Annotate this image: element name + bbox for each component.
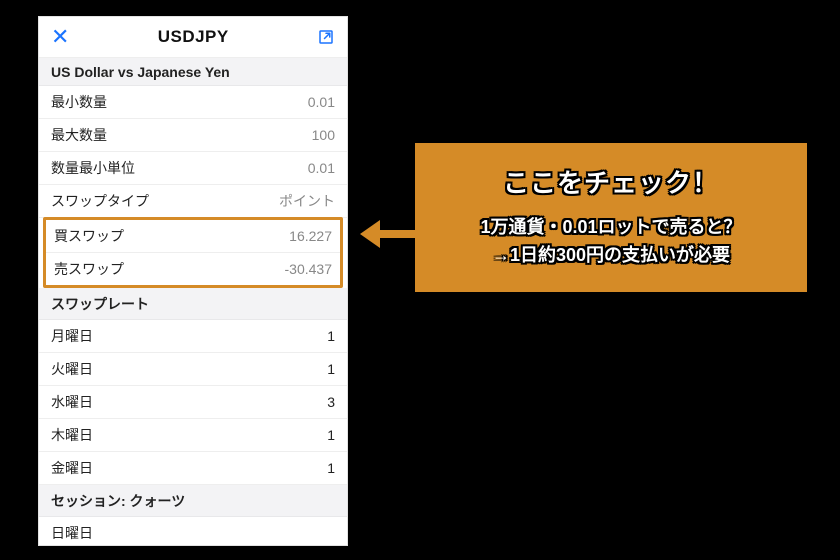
callout-line-1: ここをチェック！ [433, 163, 789, 200]
rate-row: 月曜日 1 [39, 320, 347, 353]
swap-buy-value: 16.227 [289, 228, 332, 244]
rate-value: 1 [327, 361, 335, 377]
spec-label: 最小数量 [51, 92, 107, 112]
spec-label: 最大数量 [51, 125, 107, 145]
panel-header: ✕ USDJPY [39, 17, 347, 58]
swap-highlight: 買スワップ 16.227 売スワップ -30.437 [43, 217, 343, 288]
rate-value: 3 [327, 394, 335, 410]
pair-name: US Dollar vs Japanese Yen [39, 58, 347, 86]
open-external-icon[interactable] [317, 28, 335, 46]
callout-line-3: →1日約300円の支払いが必要 [433, 242, 789, 270]
spec-value: ポイント [279, 191, 335, 211]
spec-label: スワップタイプ [51, 191, 149, 211]
rate-label: 月曜日 [51, 326, 93, 346]
rate-value: 1 [327, 460, 335, 476]
session-row: 日曜日 [39, 517, 347, 546]
session-heading: セッション: クォーツ [39, 485, 347, 517]
spec-value: 0.01 [308, 94, 335, 110]
rate-row: 木曜日 1 [39, 419, 347, 452]
rate-row: 水曜日 3 [39, 386, 347, 419]
symbol-detail-panel: ✕ USDJPY US Dollar vs Japanese Yen 最小数量 … [38, 16, 348, 546]
callout-line-2: 1万通貨・0.01ロットで売ると？ [433, 214, 789, 242]
symbol-title: USDJPY [158, 27, 229, 47]
spec-label: 数量最小単位 [51, 158, 135, 178]
spec-row: 最大数量 100 [39, 119, 347, 152]
swap-buy-row: 買スワップ 16.227 [46, 220, 340, 253]
session-day: 日曜日 [51, 523, 93, 543]
close-icon[interactable]: ✕ [51, 26, 69, 48]
spec-row: スワップタイプ ポイント [39, 185, 347, 218]
spec-value: 100 [312, 127, 335, 143]
rate-label: 金曜日 [51, 458, 93, 478]
swap-sell-label: 売スワップ [54, 259, 124, 279]
swap-sell-value: -30.437 [285, 261, 332, 277]
rate-value: 1 [327, 427, 335, 443]
swap-buy-label: 買スワップ [54, 226, 124, 246]
swap-rate-heading: スワップレート [39, 288, 347, 320]
rate-row: 金曜日 1 [39, 452, 347, 485]
rate-row: 火曜日 1 [39, 353, 347, 386]
rate-label: 水曜日 [51, 392, 93, 412]
annotation-callout: ここをチェック！ 1万通貨・0.01ロットで売ると？ →1日約300円の支払いが… [415, 143, 807, 292]
rate-label: 火曜日 [51, 359, 93, 379]
rate-value: 1 [327, 328, 335, 344]
spec-value: 0.01 [308, 160, 335, 176]
rate-label: 木曜日 [51, 425, 93, 445]
callout-arrow-icon [360, 220, 415, 248]
spec-row: 数量最小単位 0.01 [39, 152, 347, 185]
spec-row: 最小数量 0.01 [39, 86, 347, 119]
swap-sell-row: 売スワップ -30.437 [46, 253, 340, 285]
